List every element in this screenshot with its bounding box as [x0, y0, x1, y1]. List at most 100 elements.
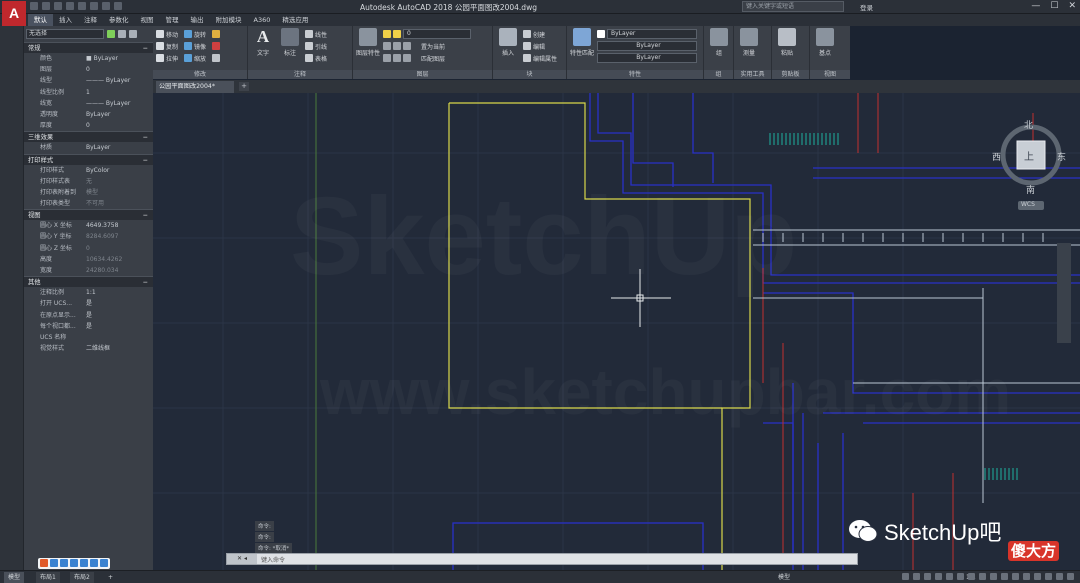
annotation-panel-title[interactable]: 注释 [248, 70, 352, 79]
property-row[interactable]: 圆心 Y 坐标 8284.6097 [24, 231, 153, 242]
property-value[interactable]: ■ ByLayer [82, 53, 153, 64]
tab-annotate[interactable]: 注释 [78, 14, 103, 26]
viewcube-west[interactable]: 西 [992, 150, 1001, 163]
property-value[interactable]: 10634.4262 [82, 254, 153, 265]
otrack-icon[interactable] [957, 573, 964, 580]
property-row[interactable]: 圆心 X 坐标 4649.3758 [24, 220, 153, 231]
table-button[interactable]: 表格 [315, 54, 327, 63]
select-objects-icon[interactable] [118, 30, 126, 38]
print-icon[interactable] [78, 2, 86, 10]
annotation-monitor-icon[interactable] [1012, 573, 1019, 580]
wcs-label[interactable]: WCS [1021, 201, 1035, 208]
tab-featured-apps[interactable]: 精选应用 [276, 14, 314, 26]
quick-select-icon[interactable] [129, 30, 137, 38]
basepoint-button[interactable]: 基点 [813, 28, 837, 57]
palette-section-header[interactable]: 打印样式 − [24, 153, 153, 165]
property-row[interactable]: 材质 ByLayer [24, 142, 153, 153]
property-value[interactable]: 1:1 [82, 287, 153, 298]
skin-icon[interactable] [90, 559, 98, 567]
mic-icon[interactable] [70, 559, 78, 567]
selection-dropdown[interactable]: 无选择 [26, 29, 104, 39]
property-row[interactable]: UCS 名称 [24, 332, 153, 343]
modify-panel-title[interactable]: 修改 [153, 70, 247, 79]
hardware-acceleration-icon[interactable] [1045, 573, 1052, 580]
linear-button[interactable]: 线性 [315, 30, 327, 39]
property-value[interactable]: 无 [82, 176, 153, 187]
property-row[interactable]: 每个视口都... 是 [24, 321, 153, 332]
lineweight-icon[interactable] [968, 573, 975, 580]
property-row[interactable]: 打印样式 ByColor [24, 165, 153, 176]
tab-model[interactable]: 模型 [4, 572, 25, 583]
property-value[interactable]: 不可用 [82, 198, 153, 209]
tab-layout2[interactable]: 布局2 [70, 572, 94, 583]
keyboard-icon[interactable] [80, 559, 88, 567]
property-value[interactable]: 0 [82, 243, 153, 254]
tab-addins[interactable]: 附加模块 [210, 14, 248, 26]
property-row[interactable]: 打印样式表 无 [24, 176, 153, 187]
dropdown-icon[interactable] [114, 2, 122, 10]
block-panel-title[interactable]: 块 [493, 70, 566, 79]
property-value[interactable]: 是 [82, 310, 153, 321]
workspace-icon[interactable] [1001, 573, 1008, 580]
property-value[interactable]: ByLayer [82, 109, 153, 120]
toggle-pickadd-icon[interactable] [107, 30, 115, 38]
linetype-dropdown[interactable]: ByLayer [597, 41, 697, 51]
edit-attribute-button[interactable]: 编辑属性 [533, 54, 557, 63]
palette-section-header[interactable]: 常规 − [24, 42, 153, 53]
model-space-button[interactable]: 模型 [774, 572, 794, 583]
search-input[interactable]: 键入关键字或短语 [742, 1, 844, 12]
emoji-icon[interactable] [60, 559, 68, 567]
move-button[interactable]: 移动 [166, 30, 178, 39]
copy-button[interactable]: 复制 [166, 42, 178, 51]
isolate-icon[interactable] [1034, 573, 1041, 580]
group-button[interactable]: 组 [707, 28, 731, 57]
save-as-icon[interactable] [66, 2, 74, 10]
palette-side-strip[interactable] [0, 26, 24, 583]
leader-button[interactable]: 引线 [315, 42, 327, 51]
view-panel-title[interactable]: 视图 [810, 70, 850, 79]
grid-icon[interactable] [902, 573, 909, 580]
property-value[interactable]: 0 [82, 120, 153, 131]
open-icon[interactable] [42, 2, 50, 10]
color-dropdown[interactable]: ByLayer [607, 29, 697, 39]
property-row[interactable]: 图层 0 [24, 64, 153, 75]
scale-button[interactable]: 缩放 [194, 54, 206, 63]
toolbox-icon[interactable] [100, 559, 108, 567]
measure-button[interactable]: 测量 [737, 28, 761, 57]
property-row[interactable]: 高度 10634.4262 [24, 254, 153, 265]
command-line[interactable]: ✕ ◂ 键入命令 [226, 553, 858, 565]
property-value[interactable]: ByLayer [82, 142, 153, 153]
set-current-button[interactable]: 置为当前 [421, 42, 445, 51]
property-row[interactable]: 颜色 ■ ByLayer [24, 53, 153, 64]
tab-parametric[interactable]: 参数化 [103, 14, 135, 26]
property-value[interactable]: 是 [82, 321, 153, 332]
property-row[interactable]: 打开 UCS... 是 [24, 298, 153, 309]
collapse-icon[interactable]: − [143, 210, 148, 220]
selection-cycling-icon[interactable] [990, 573, 997, 580]
customize-icon[interactable] [1067, 573, 1074, 580]
paste-button[interactable]: 粘贴 [775, 28, 799, 57]
property-row[interactable]: 在原点显示... 是 [24, 310, 153, 321]
new-tab-button[interactable]: + [239, 82, 249, 91]
palette-section-header[interactable]: 三维效果 − [24, 131, 153, 143]
new-icon[interactable] [30, 2, 38, 10]
clean-screen-icon[interactable] [1056, 573, 1063, 580]
property-value[interactable]: 二维线框 [82, 343, 153, 354]
match-layer-button[interactable]: 匹配图层 [421, 54, 445, 63]
utilities-panel-title[interactable]: 实用工具 [734, 70, 771, 79]
osnap-icon[interactable] [946, 573, 953, 580]
viewcube-east[interactable]: 东 [1057, 150, 1066, 163]
document-tab[interactable]: 公园平面图改2004* [156, 81, 234, 93]
clipboard-panel-title[interactable]: 剪贴板 [772, 70, 809, 79]
property-value[interactable]: 4649.3758 [82, 220, 153, 231]
undo-icon[interactable] [90, 2, 98, 10]
property-row[interactable]: 线型比例 1 [24, 87, 153, 98]
stretch-button[interactable]: 拉伸 [166, 54, 178, 63]
property-row[interactable]: 视觉样式 二维线框 [24, 343, 153, 354]
property-value[interactable]: ByColor [82, 165, 153, 176]
property-value[interactable]: 1 [82, 87, 153, 98]
login-button[interactable]: 登录 [860, 2, 873, 12]
viewcube-top[interactable]: 上 [1024, 148, 1034, 163]
rotate-button[interactable]: 旋转 [194, 30, 206, 39]
collapse-icon[interactable]: − [143, 277, 148, 287]
